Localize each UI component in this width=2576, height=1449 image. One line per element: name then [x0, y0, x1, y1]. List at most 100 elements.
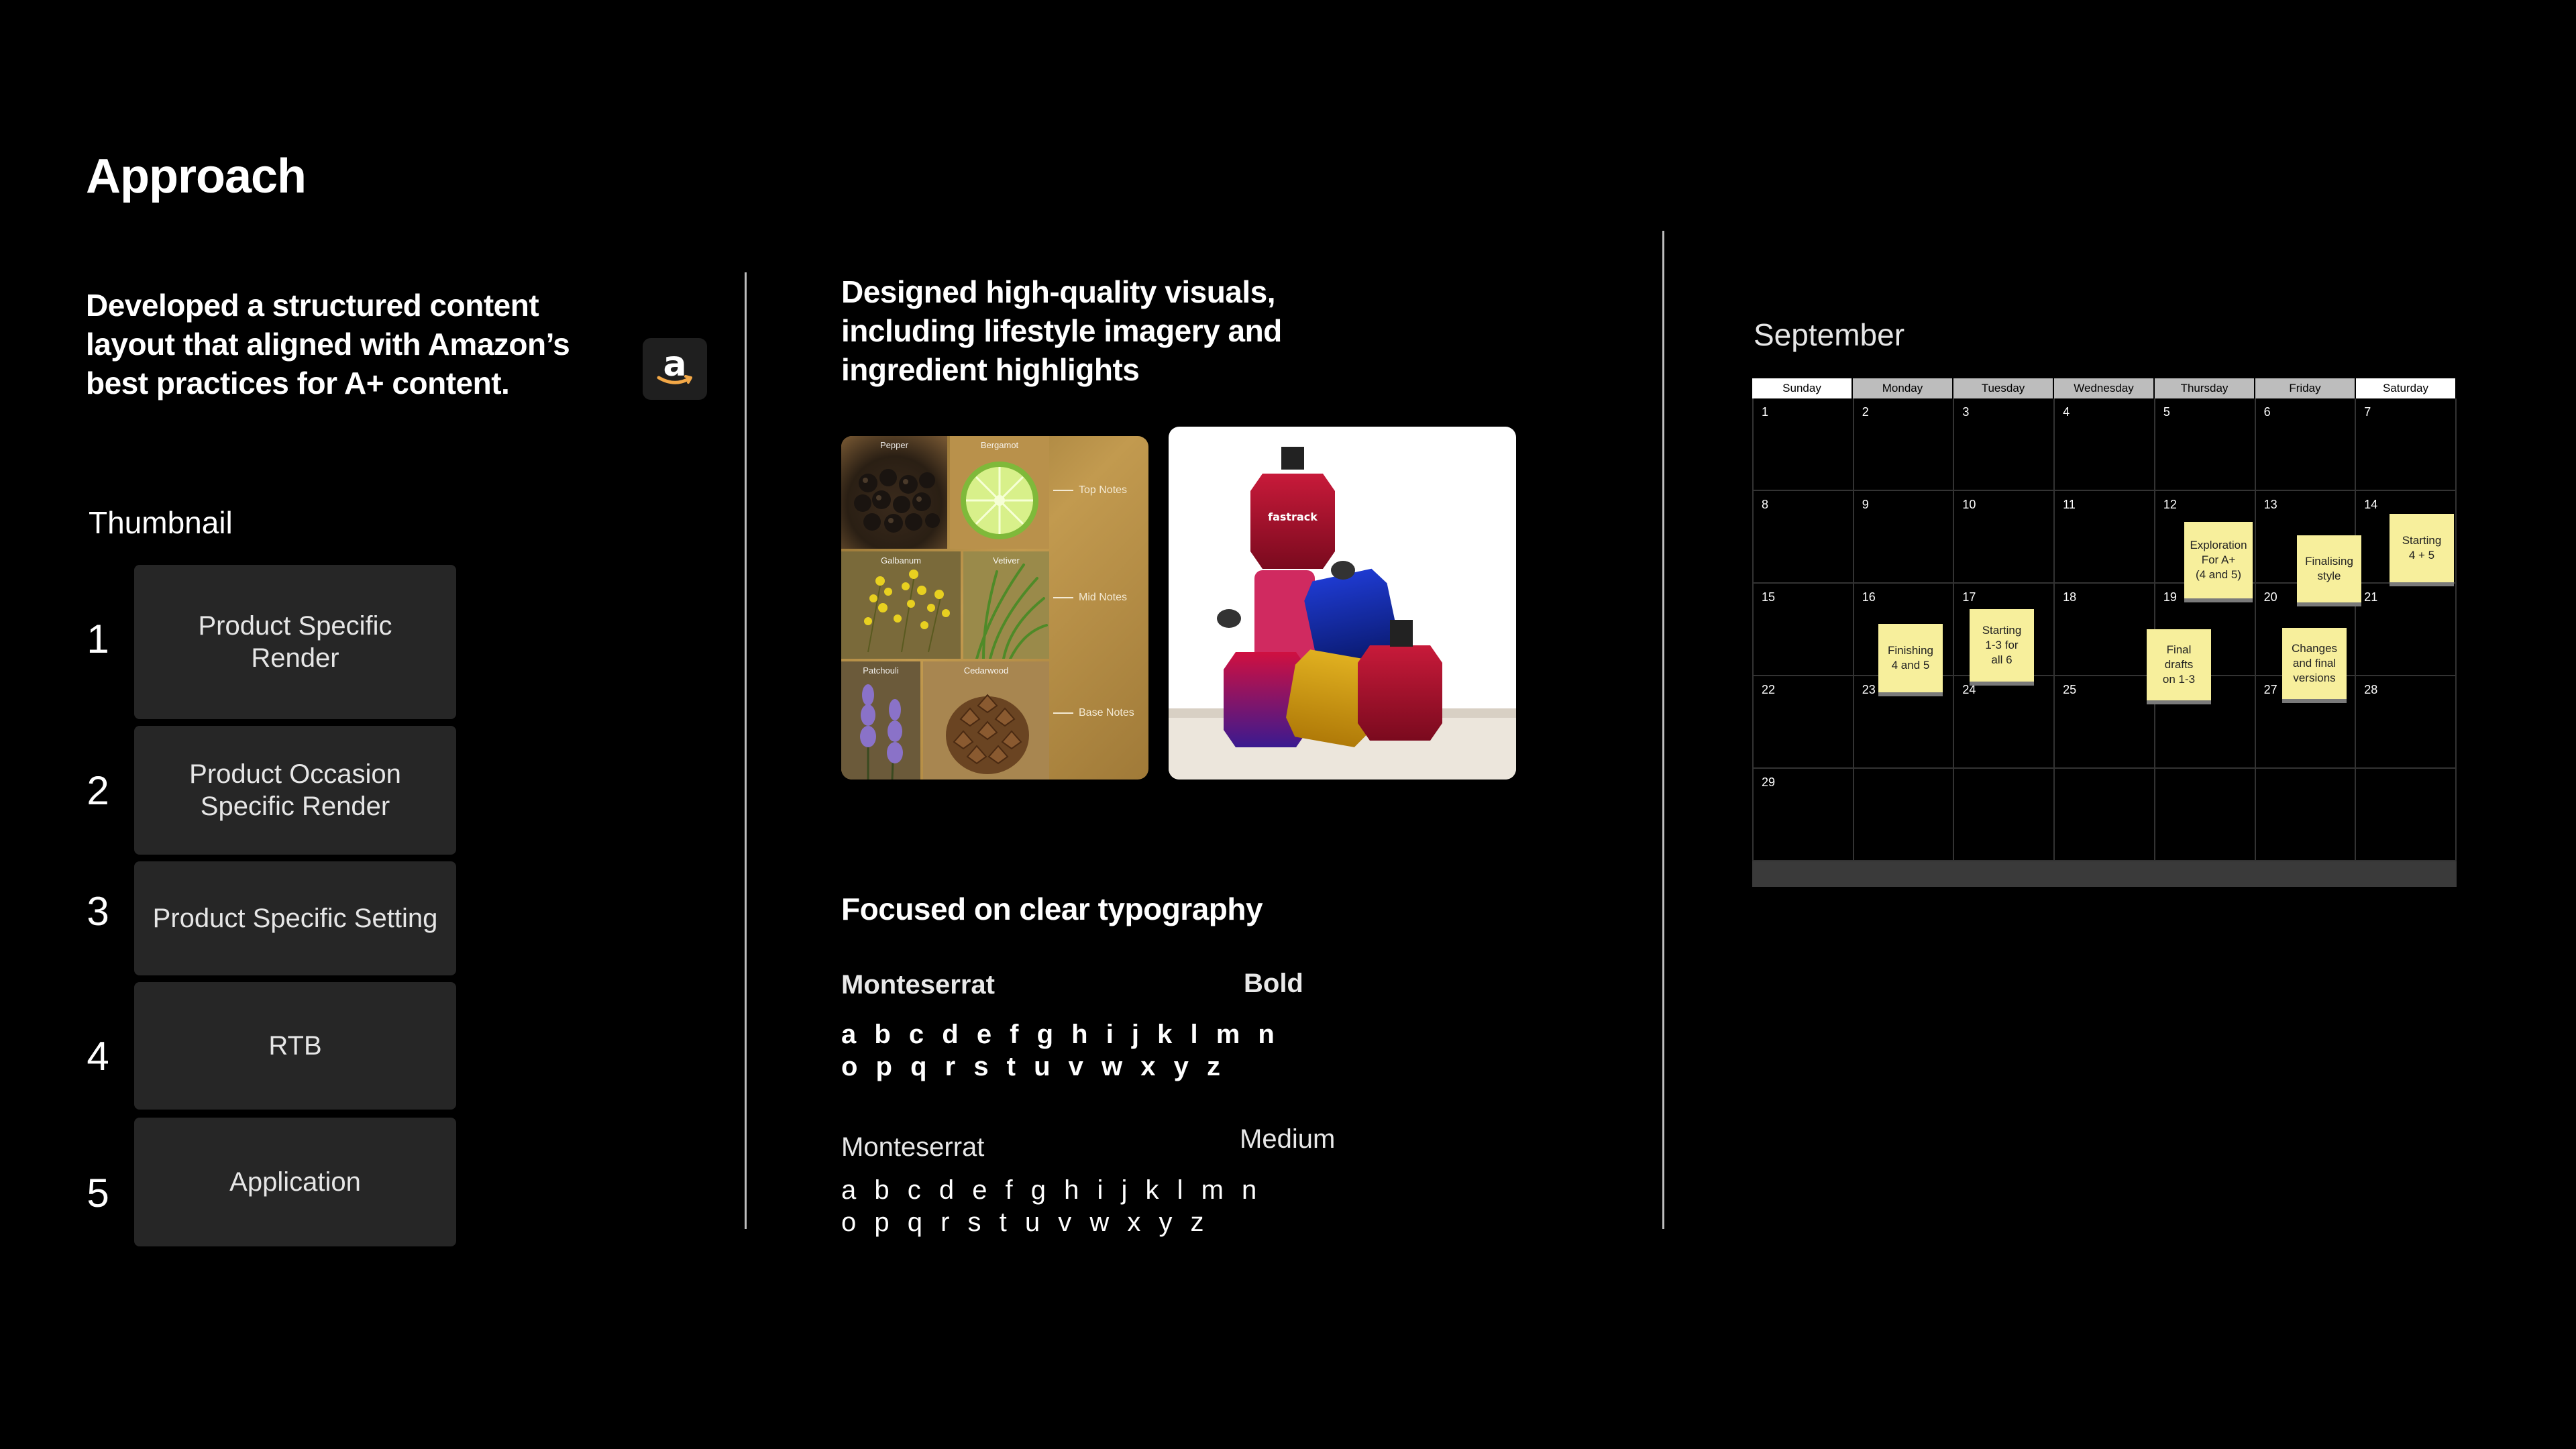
calendar-day-number: 27: [2263, 683, 2277, 696]
patchouli-tile: Patchouli: [841, 661, 920, 780]
vetiver-tile: Vetiver: [963, 551, 1049, 659]
sticky-note-finalising: Finalising style: [2297, 535, 2361, 606]
weekday-monday: Monday: [1853, 378, 1953, 398]
page-title: Approach: [86, 150, 307, 203]
calendar-day-cell[interactable]: [2356, 769, 2457, 861]
thumbnail-number-1: 1: [87, 616, 109, 661]
calendar-day-number: 2: [1862, 405, 1869, 419]
thumbnail-card-1[interactable]: Product Specific Render: [134, 565, 456, 719]
calendar-day-cell[interactable]: [1854, 769, 1955, 861]
calendar-day-number: 19: [2163, 590, 2177, 604]
alphabet-medium-sample: a b c d e f g h i j k l m n o p q r s t …: [841, 1175, 1263, 1237]
font-name-bold: Monteserrat: [841, 970, 995, 1000]
calendar-day-number: 17: [1962, 590, 1976, 604]
calendar-day-cell[interactable]: 3: [1954, 398, 2055, 491]
bergamot-image: [961, 462, 1038, 539]
top-notes-label: Top Notes: [1053, 484, 1127, 496]
calendar-day-number: 14: [2364, 498, 2378, 511]
calendar-day-cell[interactable]: 5: [2155, 398, 2256, 491]
calendar-day-cell[interactable]: 25: [2055, 676, 2155, 769]
calendar-grid: 1 2 3 4 5 6 7 8 9 10 11 12 13 14 15 16 17 18 19 20 21 22 23 24 2…: [1752, 398, 2457, 861]
calendar-day-cell[interactable]: 15: [1754, 584, 1854, 676]
galbanum-image: [864, 570, 950, 653]
calendar-day-number: 8: [1762, 498, 1769, 511]
calendar-day-number: 3: [1962, 405, 1970, 419]
calendar-day-number: 23: [1862, 683, 1876, 696]
calendar-day-cell[interactable]: 4: [2055, 398, 2155, 491]
typography-heading: Focused on clear typography: [841, 892, 1263, 926]
calendar-day-number: 9: [1862, 498, 1869, 511]
sticky-note-exploration: Exploration For A+ (4 and 5): [2184, 522, 2253, 602]
middle-heading: Designed high-quality visuals, including…: [841, 274, 1282, 387]
alphabet-bold-sample: a b c d e f g h i j k l m n o p q r s t …: [841, 1020, 1280, 1081]
cedarwood-tile: Cedarwood: [923, 661, 1049, 780]
calendar-day-cell[interactable]: 11: [2055, 491, 2155, 584]
sticky-note-changes: Changes and final versions: [2282, 628, 2347, 703]
pepper-image: [854, 469, 940, 533]
column-divider-right: [1662, 231, 1664, 1229]
thumbnail-number-4: 4: [87, 1034, 109, 1079]
calendar-day-cell[interactable]: [2055, 769, 2155, 861]
calendar-day-number: 4: [2063, 405, 2070, 419]
font-weight-bold-label: Bold: [1244, 969, 1303, 998]
weekday-tuesday: Tuesday: [1953, 378, 2054, 398]
amazon-smile-icon: [657, 375, 692, 384]
calendar-day-number: 29: [1762, 775, 1776, 789]
ingredient-highlight-image: Pepper Bergamot Galbanum Vetiver Patchou…: [841, 436, 1148, 780]
thumbnail-number-3: 3: [87, 889, 109, 934]
thumbnail-card-4[interactable]: RTB: [134, 982, 456, 1110]
calendar-day-number: 18: [2063, 590, 2077, 604]
calendar-day-number: 5: [2163, 405, 2170, 419]
vetiver-image: [975, 564, 1048, 659]
calendar-day-number: 15: [1762, 590, 1776, 604]
sticky-note-starting-4-5: Starting 4 + 5: [2390, 514, 2454, 586]
calendar-weekday-header: Sunday Monday Tuesday Wednesday Thursday…: [1752, 378, 2457, 398]
calendar-day-cell[interactable]: 18: [2055, 584, 2155, 676]
galbanum-tile: Galbanum: [841, 551, 961, 659]
sticky-note-finishing: Finishing 4 and 5: [1878, 624, 1943, 696]
weekday-friday: Friday: [2255, 378, 2356, 398]
thumbnail-label: Thumbnail: [89, 505, 233, 540]
product-lifestyle-image: fastrack: [1169, 427, 1516, 780]
thumbnail-card-2[interactable]: Product Occasion Specific Render: [134, 726, 456, 855]
weekday-saturday: Saturday: [2356, 378, 2457, 398]
sticky-note-final-drafts: Final drafts on 1-3: [2147, 629, 2211, 704]
calendar-day-number: 25: [2063, 683, 2077, 696]
calendar-day-cell[interactable]: 21: [2356, 584, 2457, 676]
calendar-day-cell[interactable]: 7: [2356, 398, 2457, 491]
weekday-wednesday: Wednesday: [2054, 378, 2155, 398]
font-name-medium: Monteserrat: [841, 1132, 985, 1162]
calendar-day-cell[interactable]: 22: [1754, 676, 1854, 769]
pepper-tile: Pepper: [841, 436, 947, 549]
calendar-day-number: 10: [1962, 498, 1976, 511]
sticky-note-starting-1-3: Starting 1-3 for all 6: [1970, 609, 2034, 686]
calendar-day-cell[interactable]: 24: [1954, 676, 2055, 769]
perfume-bottles-image: fastrack: [1169, 447, 1516, 780]
calendar-day-cell[interactable]: 6: [2255, 398, 2357, 491]
calendar-day-cell[interactable]: 1: [1754, 398, 1854, 491]
mid-notes-label: Mid Notes: [1053, 592, 1127, 604]
calendar-day-number: 11: [2063, 498, 2076, 511]
calendar-day-number: 1: [1762, 405, 1769, 419]
weekday-thursday: Thursday: [2155, 378, 2255, 398]
amazon-logo-icon: a: [643, 338, 707, 400]
calendar-day-cell[interactable]: 8: [1754, 491, 1854, 584]
calendar-day-number: 21: [2364, 590, 2378, 604]
calendar-day-cell[interactable]: 2: [1854, 398, 1955, 491]
calendar-day-number: 12: [2163, 498, 2177, 511]
calendar-day-number: 22: [1762, 683, 1776, 696]
column-divider-left: [745, 272, 747, 1229]
calendar: Sunday Monday Tuesday Wednesday Thursday…: [1752, 378, 2457, 887]
calendar-day-cell[interactable]: [2255, 769, 2357, 861]
calendar-month-label: September: [1754, 317, 1905, 352]
calendar-day-cell[interactable]: 9: [1854, 491, 1955, 584]
bottle-label-1: fastrack: [1268, 511, 1318, 523]
calendar-day-cell[interactable]: 29: [1754, 769, 1854, 861]
calendar-day-cell[interactable]: [1954, 769, 2055, 861]
calendar-day-cell[interactable]: 10: [1954, 491, 2055, 584]
calendar-footer: [1752, 861, 2457, 887]
calendar-day-cell[interactable]: [2155, 769, 2256, 861]
thumbnail-card-3[interactable]: Product Specific Setting: [134, 861, 456, 975]
calendar-day-cell[interactable]: 28: [2356, 676, 2457, 769]
thumbnail-card-5[interactable]: Application: [134, 1118, 456, 1246]
